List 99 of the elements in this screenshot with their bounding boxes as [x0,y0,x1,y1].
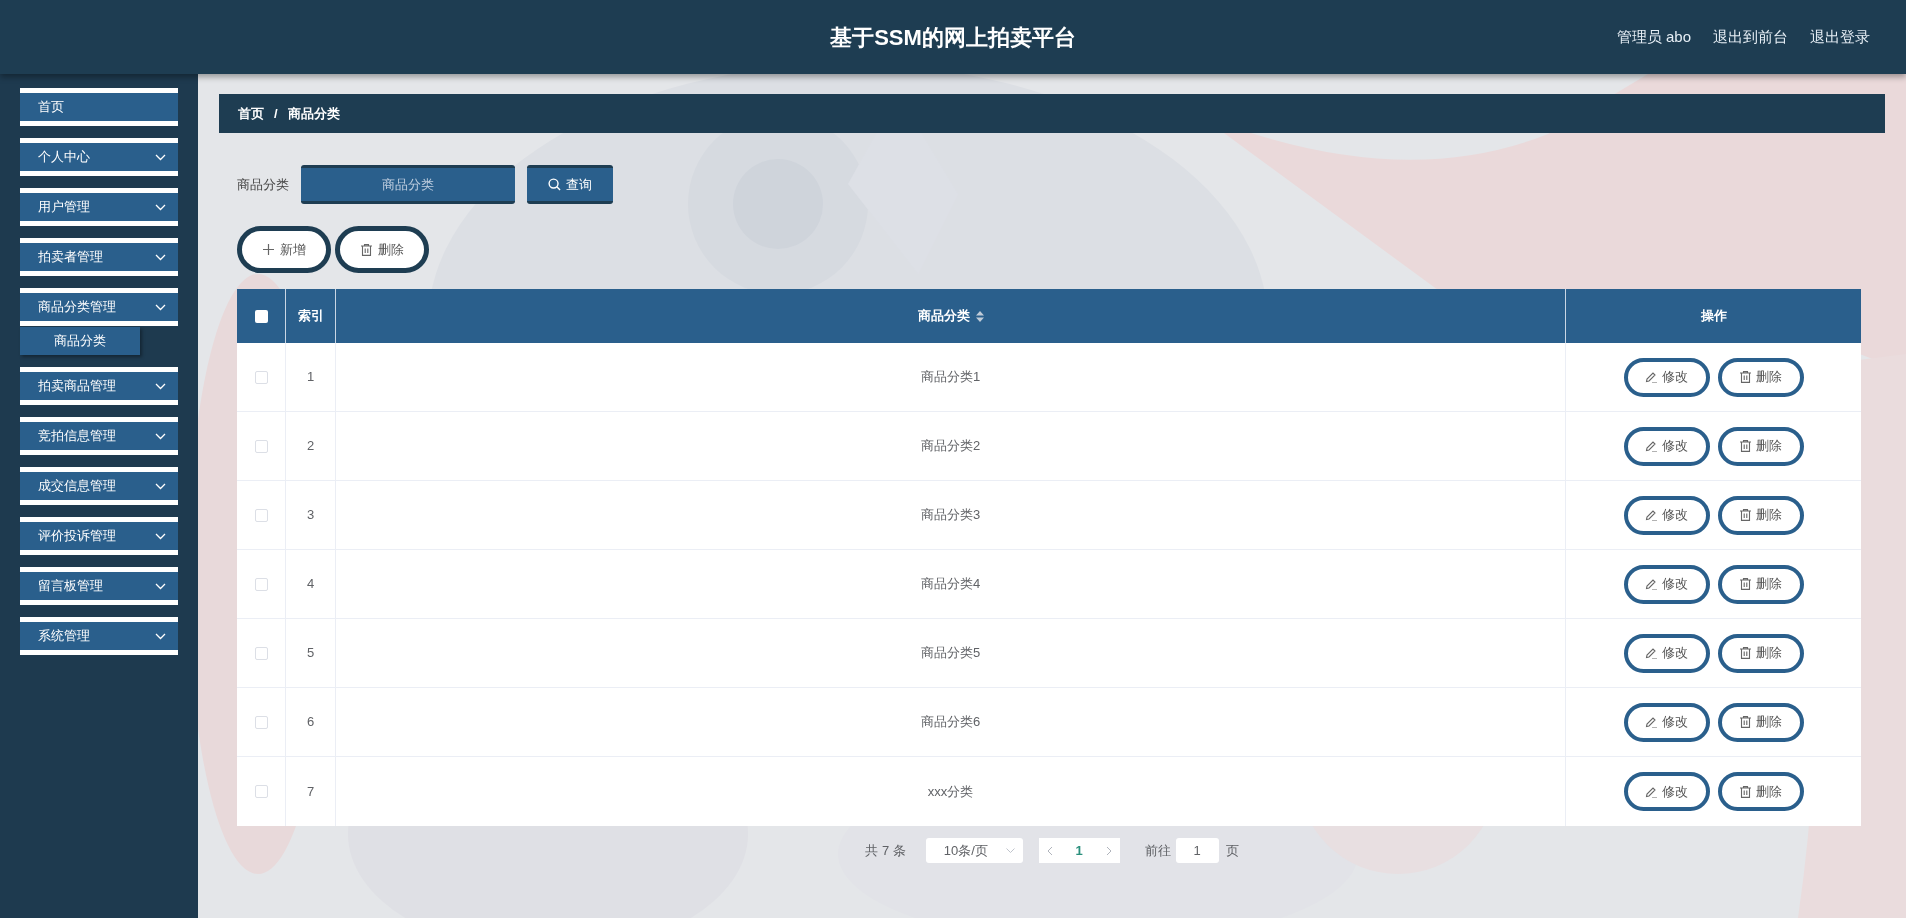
header-link[interactable]: 退出到前台 [1713,25,1788,49]
submenu-item[interactable]: 商品分类 [20,327,140,355]
table-cell-text: 4 [306,575,315,594]
edit-button[interactable]: 修改 [1623,702,1710,742]
sidebar-item[interactable]: 系统管理 [20,617,178,655]
sidebar-item[interactable]: 成交信息管理 [20,467,178,505]
column-header[interactable]: 商品分类 [917,306,970,326]
pencil-icon [1645,647,1657,659]
table-cell-text: 商品分类1 [920,368,981,387]
total-count: 共 7 条 [865,841,906,860]
table-cell-text: 商品分类4 [920,575,981,594]
search-button[interactable]: 查询 [527,165,613,204]
table-cell-text: 商品分类5 [920,644,981,663]
sidebar-item[interactable]: 留言板管理 [20,567,178,605]
row-checkbox[interactable] [254,785,268,798]
page-size-select[interactable]: 10条/页 [925,838,1023,863]
table-cell-text: 7 [306,782,315,801]
table-cell-text: 1 [306,368,315,387]
delete-button[interactable]: 删除 [1717,357,1804,397]
chevron-icon [155,303,166,311]
breadcrumb-separator: / [274,104,278,123]
trash-icon [1739,371,1751,383]
plus-icon [262,244,274,255]
column-header: 索引 [297,307,324,326]
chevron-icon [155,532,166,540]
pencil-icon [1645,371,1657,383]
select-all-checkbox[interactable] [254,309,268,323]
delete-button[interactable]: 删除 [1717,772,1804,811]
chevron-icon [155,153,166,161]
table-cell-text: 商品分类2 [920,437,981,456]
table-cell-text: 2 [306,437,315,456]
page-input[interactable]: 1 [1175,838,1219,863]
page-suffix: 页 [1225,841,1239,860]
trash-icon [360,243,372,256]
trash-icon [1739,578,1751,590]
table-cell-text: 3 [306,506,315,525]
edit-button[interactable]: 修改 [1623,495,1710,535]
chevron-icon [155,203,166,211]
sidebar-item[interactable]: 首页 [20,88,178,126]
table-cell-text: 商品分类3 [920,506,981,525]
sidebar-item[interactable]: 个人中心 [20,138,178,176]
delete-button[interactable]: 删除 [1717,495,1804,535]
chevron-icon [155,253,166,261]
search-label: 商品分类 [237,175,289,194]
chevron-icon [1005,848,1015,853]
row-checkbox[interactable] [254,646,268,660]
breadcrumb-link[interactable]: 首页 [238,103,264,124]
row-checkbox[interactable] [254,370,268,384]
add-button[interactable]: 新增 [237,226,331,273]
chevron-icon [155,632,166,640]
table-cell-text: 商品分类6 [920,713,981,732]
search-field[interactable]: 商品分类 [301,165,515,204]
chevron-icon [155,432,166,440]
edit-button[interactable]: 修改 [1623,426,1710,466]
table-cell-text: 5 [306,644,315,663]
sidebar-item[interactable]: 商品分类管理 [20,288,178,326]
pencil-icon [1645,509,1657,521]
delete-button[interactable]: 删除 [1717,702,1804,742]
breadcrumb-link[interactable]: 商品分类 [287,103,340,124]
trash-icon [1739,785,1751,798]
row-checkbox[interactable] [254,439,268,453]
header-link[interactable]: 退出登录 [1810,25,1870,49]
sidebar-item[interactable]: 评价投诉管理 [20,517,178,555]
delete-button[interactable]: 删除 [1717,564,1804,604]
next-page-icon[interactable] [1105,845,1112,856]
column-header: 操作 [1700,307,1727,326]
pencil-icon [1645,578,1657,590]
delete-button[interactable]: 删除 [335,226,429,273]
chevron-icon [155,582,166,590]
edit-button[interactable]: 修改 [1623,772,1710,811]
row-checkbox[interactable] [254,715,268,729]
sidebar-item[interactable]: 拍卖商品管理 [20,367,178,405]
table-cell-text: 6 [306,713,315,732]
edit-button[interactable]: 修改 [1623,564,1710,604]
edit-button[interactable]: 修改 [1623,633,1710,673]
goto-label: 前往 [1144,841,1171,860]
trash-icon [1739,647,1751,659]
row-checkbox[interactable] [254,577,268,591]
delete-button[interactable]: 删除 [1717,426,1804,466]
current-page[interactable]: 1 [1075,840,1083,861]
delete-button[interactable]: 删除 [1717,633,1804,673]
table-cell-text: xxx分类 [927,782,974,801]
chevron-icon [155,382,166,390]
sidebar-item[interactable]: 用户管理 [20,188,178,226]
edit-button[interactable]: 修改 [1623,357,1710,397]
trash-icon [1739,509,1751,521]
app-title: 基于SSM的网上拍卖平台 [830,23,1076,52]
search-icon [548,178,561,191]
sidebar-item[interactable]: 竞拍信息管理 [20,417,178,455]
pencil-icon [1645,716,1657,728]
row-checkbox[interactable] [254,508,268,522]
trash-icon [1739,716,1751,728]
user-menu-link[interactable]: 管理员 abo [1616,25,1691,49]
sidebar-item[interactable]: 拍卖者管理 [20,238,178,276]
previous-page-icon[interactable] [1046,845,1053,856]
trash-icon [1739,440,1751,452]
chevron-icon [155,482,166,490]
pencil-icon [1645,440,1657,452]
pencil-icon [1645,785,1657,798]
